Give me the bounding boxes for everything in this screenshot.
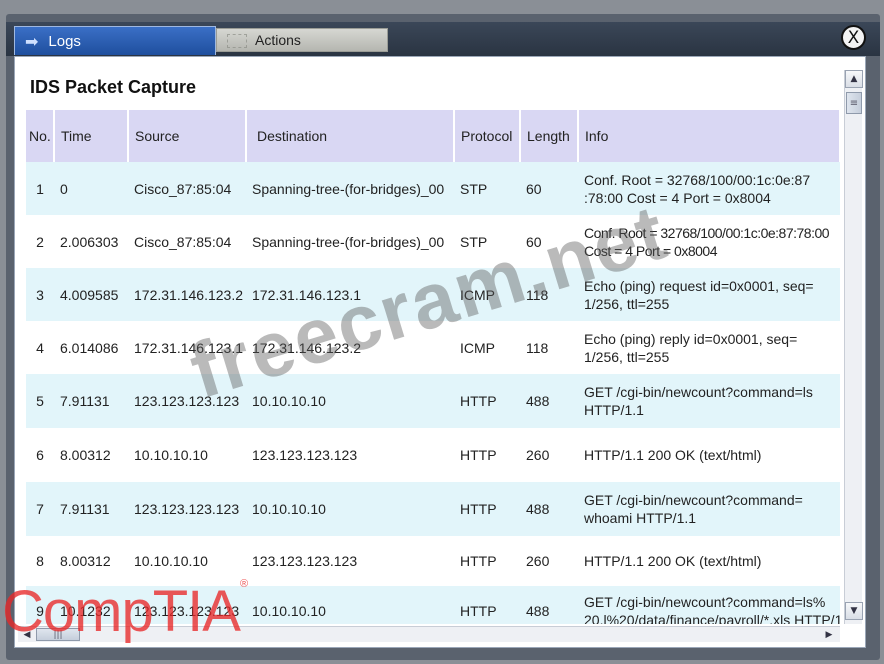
info-line: 1/256, ttl=255 xyxy=(584,295,670,312)
scroll-right-button[interactable]: ▶ xyxy=(822,627,836,642)
chevron-down-icon: ▼ xyxy=(850,606,858,616)
cell-protocol: HTTP xyxy=(454,428,520,482)
cell-no: 4 xyxy=(26,321,54,374)
cell-info: HTTP/1.1 200 OK (text/html) xyxy=(578,536,840,586)
column-header-no[interactable]: No. xyxy=(26,110,55,162)
tab-logs-label: Logs xyxy=(48,32,81,50)
cell-length: 118 xyxy=(520,321,578,374)
cell-time: 7.91131 xyxy=(54,482,128,536)
column-header-time[interactable]: Time xyxy=(54,110,129,162)
grip-icon: ≡ xyxy=(849,97,859,109)
cell-source: 172.31.146.123.2 xyxy=(128,268,246,321)
cell-length: 488 xyxy=(520,374,578,428)
cell-destination: 123.123.123.123 xyxy=(246,536,454,586)
info-line: GET /cgi-bin/newcount?command=ls xyxy=(584,384,813,400)
chevron-up-icon: ▲ xyxy=(850,74,858,84)
cell-time: 8.00312 xyxy=(54,428,128,482)
chevron-right-icon: ▶ xyxy=(825,629,833,640)
cell-protocol: HTTP xyxy=(454,586,520,624)
scroll-down-button[interactable]: ▼ xyxy=(845,602,863,620)
cell-time: 7.91131 xyxy=(54,374,128,428)
info-line: HTTP/1.1 200 OK (text/html) xyxy=(584,447,762,463)
cell-source: 123.123.123.123 xyxy=(128,482,246,536)
cell-length: 60 xyxy=(520,162,578,215)
table-row[interactable]: 5 7.91131 123.123.123.123 10.10.10.10 HT… xyxy=(26,374,840,428)
info-line: GET /cgi-bin/newcount?command=ls% xyxy=(584,594,826,610)
info-line: GET /cgi-bin/newcount?command= xyxy=(584,492,803,508)
cell-time: 0 xyxy=(54,162,128,215)
cell-no: 5 xyxy=(26,374,54,428)
column-header-source[interactable]: Source xyxy=(128,110,247,162)
vertical-scroll-thumb[interactable]: ≡ xyxy=(846,92,862,114)
arrow-right-icon: ➡ xyxy=(25,31,39,51)
info-line: whoami HTTP/1.1 xyxy=(584,510,697,526)
cell-no: 1 xyxy=(26,162,54,215)
table-header-row: No. Time Source Destination Protocol Len… xyxy=(26,110,840,162)
column-header-destination[interactable]: Destination xyxy=(246,110,455,162)
info-line: HTTP/1.1 200 OK (text/html) xyxy=(584,553,762,569)
cell-no: 2 xyxy=(26,215,54,268)
cell-protocol: HTTP xyxy=(454,536,520,586)
cell-time: 4.009585 xyxy=(54,268,128,321)
cell-source: Cisco_87:85:04 xyxy=(128,215,246,268)
close-button[interactable]: X xyxy=(841,25,866,50)
cell-info: Echo (ping) reply id=0x0001, seq= 1/256, … xyxy=(578,321,840,374)
cell-length: 488 xyxy=(520,586,578,624)
info-line: HTTP/1.1 xyxy=(584,402,644,418)
cell-info: GET /cgi-bin/newcount?command= whoami HTT… xyxy=(578,482,840,536)
cell-info: GET /cgi-bin/newcount?command=ls HTTP/1.1 xyxy=(578,374,840,428)
actions-icon xyxy=(227,34,247,48)
column-header-protocol[interactable]: Protocol xyxy=(454,110,521,162)
brand-name: CompTIA xyxy=(2,579,241,644)
cell-length: 488 xyxy=(520,482,578,536)
registered-mark: ® xyxy=(239,578,248,590)
cell-destination: 123.123.123.123 xyxy=(246,428,454,482)
brand-logo: CompTIA® xyxy=(2,578,248,645)
cell-destination: 10.10.10.10 xyxy=(246,586,454,624)
cell-time: 2.006303 xyxy=(54,215,128,268)
panel-title: IDS Packet Capture xyxy=(30,77,197,97)
cell-length: 260 xyxy=(520,428,578,482)
tab-logs[interactable]: ➡ Logs xyxy=(14,26,216,55)
table-row[interactable]: 1 0 Cisco_87:85:04 Spanning-tree-(for-br… xyxy=(26,162,840,215)
cell-source: Cisco_87:85:04 xyxy=(128,162,246,215)
packet-table-container[interactable]: No. Time Source Destination Protocol Len… xyxy=(26,110,840,624)
cell-destination: Spanning-tree-(for-bridges)_00 xyxy=(246,162,454,215)
column-header-length[interactable]: Length xyxy=(520,110,579,162)
cell-info: HTTP/1.1 200 OK (text/html) xyxy=(578,428,840,482)
cell-no: 7 xyxy=(26,482,54,536)
cell-protocol: STP xyxy=(454,162,520,215)
cell-length: 260 xyxy=(520,536,578,586)
cell-no: 3 xyxy=(26,268,54,321)
info-line: 20.l%20/data/finance/payroll/*.xls HTTP/… xyxy=(584,612,840,624)
scroll-up-button[interactable]: ▲ xyxy=(845,70,863,88)
cell-source: 10.10.10.10 xyxy=(128,428,246,482)
close-icon: X xyxy=(847,27,860,48)
table-row[interactable]: 7 7.91131 123.123.123.123 10.10.10.10 HT… xyxy=(26,482,840,536)
cell-no: 6 xyxy=(26,428,54,482)
cell-protocol: HTTP xyxy=(454,374,520,428)
packet-table: No. Time Source Destination Protocol Len… xyxy=(26,110,840,624)
tab-actions-label: Actions xyxy=(255,32,301,48)
info-line: Conf. Root = 32768/100/00:1c:0e:87 xyxy=(584,171,811,188)
table-row[interactable]: 6 8.00312 10.10.10.10 123.123.123.123 HT… xyxy=(26,428,840,482)
cell-time: 6.014086 xyxy=(54,321,128,374)
vertical-scrollbar[interactable]: ▲ ≡ ▼ xyxy=(844,70,863,624)
column-header-info[interactable]: Info xyxy=(578,110,840,162)
tab-actions[interactable]: Actions xyxy=(216,28,388,52)
info-line: 1/256, ttl=255 xyxy=(584,348,670,365)
cell-protocol: HTTP xyxy=(454,482,520,536)
info-line: Echo (ping) reply id=0x0001, seq= xyxy=(584,330,798,347)
cell-info: GET /cgi-bin/newcount?command=ls% 20.l%20… xyxy=(578,586,840,624)
cell-destination: 10.10.10.10 xyxy=(246,482,454,536)
